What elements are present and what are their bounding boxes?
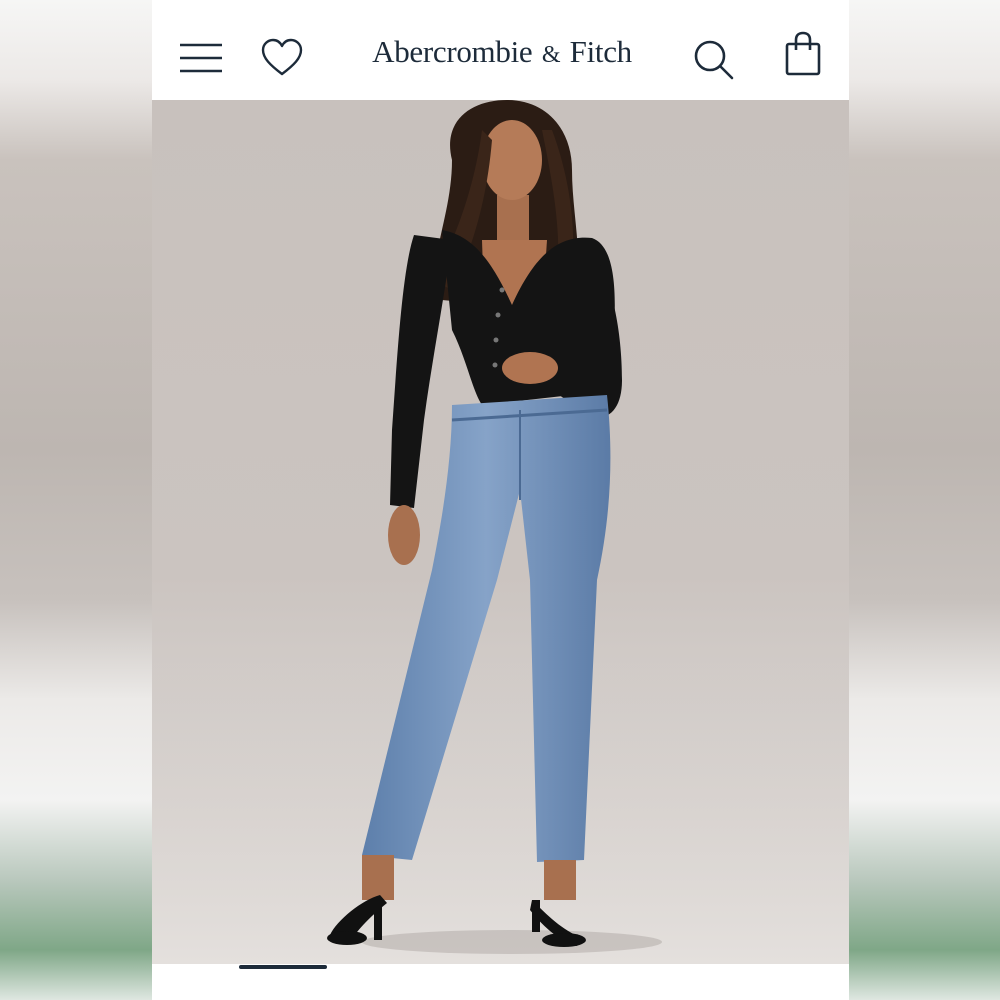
brand-ampersand: & xyxy=(541,42,561,68)
brand-name: Abercrombie xyxy=(372,34,533,69)
bag-button[interactable] xyxy=(782,30,824,78)
shopping-bag-icon xyxy=(785,31,821,76)
carousel-indicator[interactable] xyxy=(239,965,327,969)
wishlist-button[interactable] xyxy=(260,38,304,78)
search-icon xyxy=(694,40,734,80)
menu-button[interactable] xyxy=(178,38,224,76)
search-button[interactable] xyxy=(692,38,736,80)
menu-icon xyxy=(180,43,222,73)
product-page: Abercrombie & Fitch xyxy=(152,0,849,1000)
blurred-background-right xyxy=(849,0,1000,1000)
blurred-background-left xyxy=(0,0,152,1000)
brand-name-2: Fitch xyxy=(569,34,633,69)
heart-icon xyxy=(261,38,303,76)
carousel-footer xyxy=(152,964,849,1000)
product-image[interactable] xyxy=(152,100,849,964)
model-photo xyxy=(152,100,849,964)
brand-logo[interactable]: Abercrombie & Fitch xyxy=(352,30,652,74)
site-header: Abercrombie & Fitch xyxy=(152,0,849,100)
